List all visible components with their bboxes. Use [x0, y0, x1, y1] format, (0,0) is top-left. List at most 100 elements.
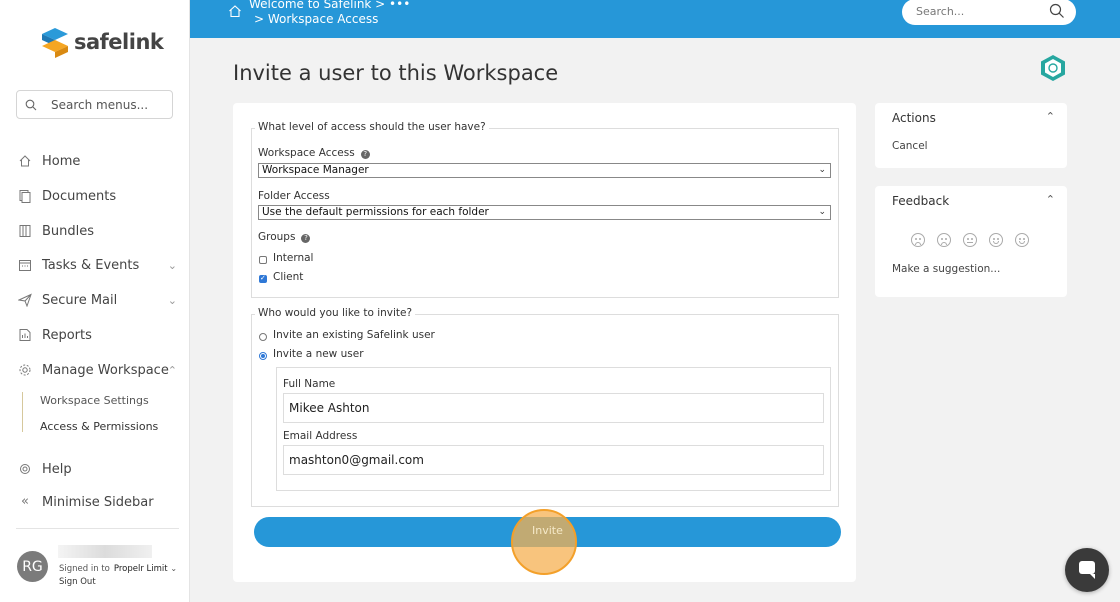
sidebar-item-documents[interactable]: Documents	[18, 186, 183, 206]
sidebar-item-manage-workspace[interactable]: Manage Workspace ⌃	[18, 360, 183, 380]
groups-label: Groups?	[258, 231, 311, 243]
chevron-up-icon[interactable]: ⌃	[1046, 110, 1055, 123]
reports-icon	[19, 329, 31, 341]
group-client-checkbox[interactable]	[259, 274, 267, 283]
feedback-panel: Feedback ⌃ Make a suggestion...	[875, 186, 1067, 297]
safelink-logo-icon	[42, 28, 68, 58]
click-highlight	[511, 509, 577, 575]
search-icon	[25, 99, 37, 110]
help-icon[interactable]: ?	[360, 150, 370, 159]
cancel-link[interactable]: Cancel	[892, 140, 928, 152]
chevron-up-icon[interactable]: ⌃	[1046, 193, 1055, 206]
full-name-input[interactable]: Mikee Ashton	[283, 393, 824, 423]
submenu-indicator	[22, 392, 23, 432]
documents-icon	[19, 190, 31, 203]
groups-label-text: Groups	[258, 231, 296, 243]
sidebar-item-label: Help	[42, 461, 72, 477]
sign-out-link[interactable]: Sign Out	[59, 577, 96, 587]
happy-face-icon[interactable]	[989, 233, 1003, 247]
sidebar: safelink Search menus... Home Documents …	[0, 0, 190, 602]
folder-access-select[interactable]: Use the default permissions for each fol…	[258, 205, 831, 220]
invite-button-label[interactable]: Invite	[532, 524, 563, 537]
calendar-icon	[19, 260, 31, 271]
home-icon[interactable]	[228, 4, 242, 18]
sidebar-item-minimise[interactable]: « Minimise Sidebar	[18, 492, 183, 512]
chat-icon	[1079, 561, 1095, 579]
sidebar-item-label: Secure Mail	[42, 292, 118, 308]
very-sad-face-icon[interactable]	[911, 233, 925, 247]
sidebar-item-tasks-events[interactable]: Tasks & Events ⌄	[18, 255, 183, 275]
sidebar-subitem-workspace-settings[interactable]: Workspace Settings	[40, 394, 149, 407]
new-user-label[interactable]: Invite a new user	[273, 348, 364, 360]
send-icon	[18, 293, 32, 307]
make-suggestion-link[interactable]: Make a suggestion...	[892, 263, 1000, 275]
workspace-badge-icon[interactable]	[1040, 54, 1066, 82]
brand-name: safelink	[74, 30, 164, 54]
sidebar-item-secure-mail[interactable]: Secure Mail ⌄	[18, 290, 183, 310]
collapse-icon: «	[21, 494, 29, 509]
chevron-down-icon[interactable]: ⌄	[170, 564, 177, 573]
sidebar-item-label: Tasks & Events	[42, 257, 140, 273]
search-icon[interactable]	[1049, 3, 1065, 19]
workspace-access-label: Workspace Access?	[258, 147, 370, 159]
rating-faces	[911, 233, 1029, 247]
sidebar-item-label: Manage Workspace	[42, 362, 169, 378]
feedback-title: Feedback	[892, 194, 950, 208]
breadcrumb-root[interactable]: Welcome to Safelink > •••	[249, 0, 410, 11]
sidebar-item-label: Reports	[42, 327, 92, 343]
sidebar-item-label: Minimise Sidebar	[42, 494, 154, 510]
menu-search-placeholder: Search menus...	[51, 97, 149, 112]
sidebar-item-home[interactable]: Home	[18, 151, 183, 171]
very-happy-face-icon[interactable]	[1015, 233, 1029, 247]
workspace-access-label-text: Workspace Access	[258, 147, 355, 159]
sidebar-item-reports[interactable]: Reports	[18, 325, 183, 345]
signed-in-info[interactable]: Signed in to Propelr Limit ⌄	[59, 564, 177, 574]
global-search-placeholder: Search...	[916, 5, 965, 18]
existing-user-label[interactable]: Invite an existing Safelink user	[273, 329, 435, 341]
bundles-icon	[19, 225, 31, 237]
existing-user-radio[interactable]	[259, 333, 267, 341]
sidebar-item-help[interactable]: Help	[18, 459, 183, 479]
actions-panel: Actions ⌃ Cancel	[875, 103, 1067, 168]
full-name-label: Full Name	[283, 378, 336, 390]
email-label: Email Address	[283, 430, 358, 442]
menu-search-input[interactable]: Search menus...	[16, 90, 173, 119]
global-search-input[interactable]: Search...	[902, 0, 1076, 25]
page-title: Invite a user to this Workspace	[233, 61, 559, 85]
top-bar: Welcome to Safelink > ••• > Workspace Ac…	[190, 0, 1120, 38]
new-user-radio[interactable]	[259, 352, 267, 360]
safelink-logo[interactable]: safelink	[40, 26, 164, 58]
group-internal-checkbox[interactable]	[259, 256, 267, 264]
email-input[interactable]: mashton0@gmail.com	[283, 445, 824, 475]
chevron-down-icon[interactable]: ⌄	[168, 259, 177, 272]
invite-legend: Who would you like to invite?	[255, 307, 416, 319]
sidebar-item-label: Home	[42, 153, 81, 169]
chevron-down-icon: ⌄	[818, 207, 826, 217]
home-icon	[19, 155, 31, 167]
signed-in-label: Signed in to	[59, 564, 110, 574]
group-internal-label[interactable]: Internal	[273, 252, 313, 264]
help-icon[interactable]: ?	[301, 234, 311, 243]
sidebar-subitem-access-permissions[interactable]: Access & Permissions	[40, 420, 158, 433]
sad-face-icon[interactable]	[937, 233, 951, 247]
help-icon	[20, 464, 30, 474]
user-name-redacted	[58, 545, 152, 558]
chevron-down-icon: ⌄	[818, 165, 826, 175]
folder-access-value: Use the default permissions for each fol…	[262, 206, 489, 218]
access-legend: What level of access should the user hav…	[255, 121, 489, 133]
breadcrumb-current[interactable]: > Workspace Access	[254, 12, 378, 26]
chat-button[interactable]	[1065, 548, 1109, 592]
workspace-access-select[interactable]: Workspace Manager ⌄	[258, 163, 831, 178]
gear-icon	[19, 364, 31, 376]
divider	[16, 528, 179, 529]
sidebar-item-bundles[interactable]: Bundles	[18, 221, 183, 241]
sidebar-item-label: Bundles	[42, 223, 95, 239]
group-client-label[interactable]: Client	[273, 271, 303, 283]
actions-title: Actions	[892, 111, 936, 125]
avatar[interactable]: RG	[17, 551, 48, 582]
workspace-access-value: Workspace Manager	[262, 164, 369, 176]
chevron-down-icon[interactable]: ⌄	[168, 294, 177, 307]
neutral-face-icon[interactable]	[963, 233, 977, 247]
sidebar-item-label: Documents	[42, 188, 117, 204]
chevron-up-icon[interactable]: ⌃	[168, 364, 177, 377]
